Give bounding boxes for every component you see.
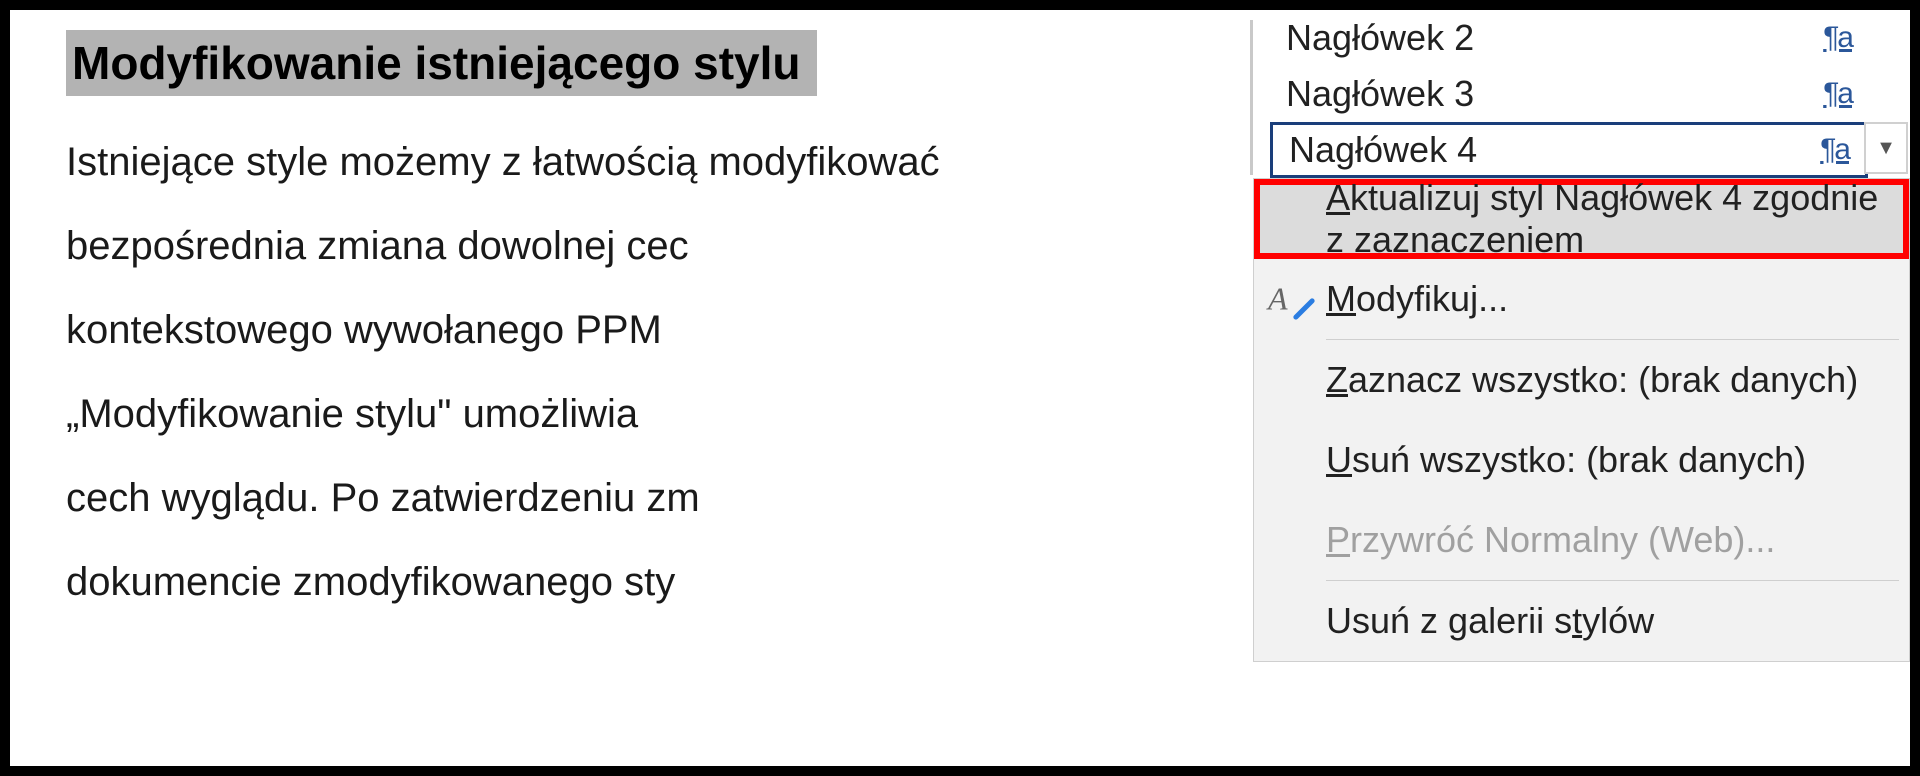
styles-pane: Nagłówek 2 ¶a Nagłówek 3 ¶a Nagłówek 4 ¶…: [1270, 10, 1910, 178]
style-label: Nagłówek 4: [1289, 129, 1477, 171]
body-line: Istniejące style możemy z łatwością mody…: [66, 120, 1250, 204]
style-label: Nagłówek 2: [1286, 17, 1474, 59]
menu-label: Modyfikuj...: [1326, 278, 1508, 320]
style-item-heading2[interactable]: Nagłówek 2 ¶a: [1270, 10, 1868, 66]
vertical-divider: [1250, 20, 1253, 175]
menu-label: Zaznacz wszystko: (brak danych): [1326, 359, 1858, 401]
body-line: dokumencie zmodyfikowanego sty: [66, 540, 1250, 624]
modify-icon: A: [1268, 281, 1288, 318]
chevron-down-icon: ▼: [1876, 137, 1896, 160]
selected-heading[interactable]: Modyfikowanie istniejącego stylu: [66, 30, 817, 96]
menu-label: Przywróć Normalny (Web)...: [1326, 519, 1775, 561]
style-item-heading3[interactable]: Nagłówek 3 ¶a: [1270, 66, 1868, 122]
heading-text: Modyfikowanie istniejącego stylu: [72, 37, 801, 89]
paragraph-marker-icon: ¶a: [1823, 77, 1852, 111]
body-line: kontekstowego wywołanego PPM: [66, 288, 1250, 372]
document-body[interactable]: Istniejące style możemy z łatwością mody…: [66, 120, 1260, 624]
style-context-menu: Aktualizuj styl Nagłówek 4 zgodnie z zaz…: [1253, 178, 1910, 662]
paragraph-marker-icon: ¶a: [1820, 133, 1849, 167]
app-frame: Modyfikowanie istniejącego stylu Istniej…: [0, 0, 1920, 776]
menu-label: Usuń wszystko: (brak danych): [1326, 439, 1806, 481]
paragraph-marker-icon: ¶a: [1823, 21, 1852, 55]
menu-modify[interactable]: A Modyfikuj...: [1254, 259, 1909, 339]
style-item-heading4[interactable]: Nagłówek 4 ¶a: [1270, 122, 1868, 178]
menu-update-style[interactable]: Aktualizuj styl Nagłówek 4 zgodnie z zaz…: [1254, 179, 1909, 259]
menu-remove-from-gallery[interactable]: Usuń z galerii stylów: [1254, 581, 1909, 661]
menu-label: Aktualizuj styl Nagłówek 4 zgodnie z zaz…: [1326, 177, 1903, 261]
body-line: cech wyglądu. Po zatwierdzeniu zm: [66, 456, 1250, 540]
document-area: Modyfikowanie istniejącego stylu Istniej…: [10, 10, 1260, 766]
right-panel: Nagłówek 2 ¶a Nagłówek 3 ¶a Nagłówek 4 ¶…: [1250, 10, 1910, 766]
menu-label: Usuń z galerii stylów: [1326, 600, 1654, 642]
menu-select-all[interactable]: Zaznacz wszystko: (brak danych): [1254, 340, 1909, 420]
menu-restore-normal: Przywróć Normalny (Web)...: [1254, 500, 1909, 580]
menu-delete-all[interactable]: Usuń wszystko: (brak danych): [1254, 420, 1909, 500]
body-line: „Modyfikowanie stylu" umożliwia: [66, 372, 1250, 456]
style-label: Nagłówek 3: [1286, 73, 1474, 115]
body-line: bezpośrednia zmiana dowolnej cec: [66, 204, 1250, 288]
style-dropdown-button[interactable]: ▼: [1864, 122, 1908, 174]
